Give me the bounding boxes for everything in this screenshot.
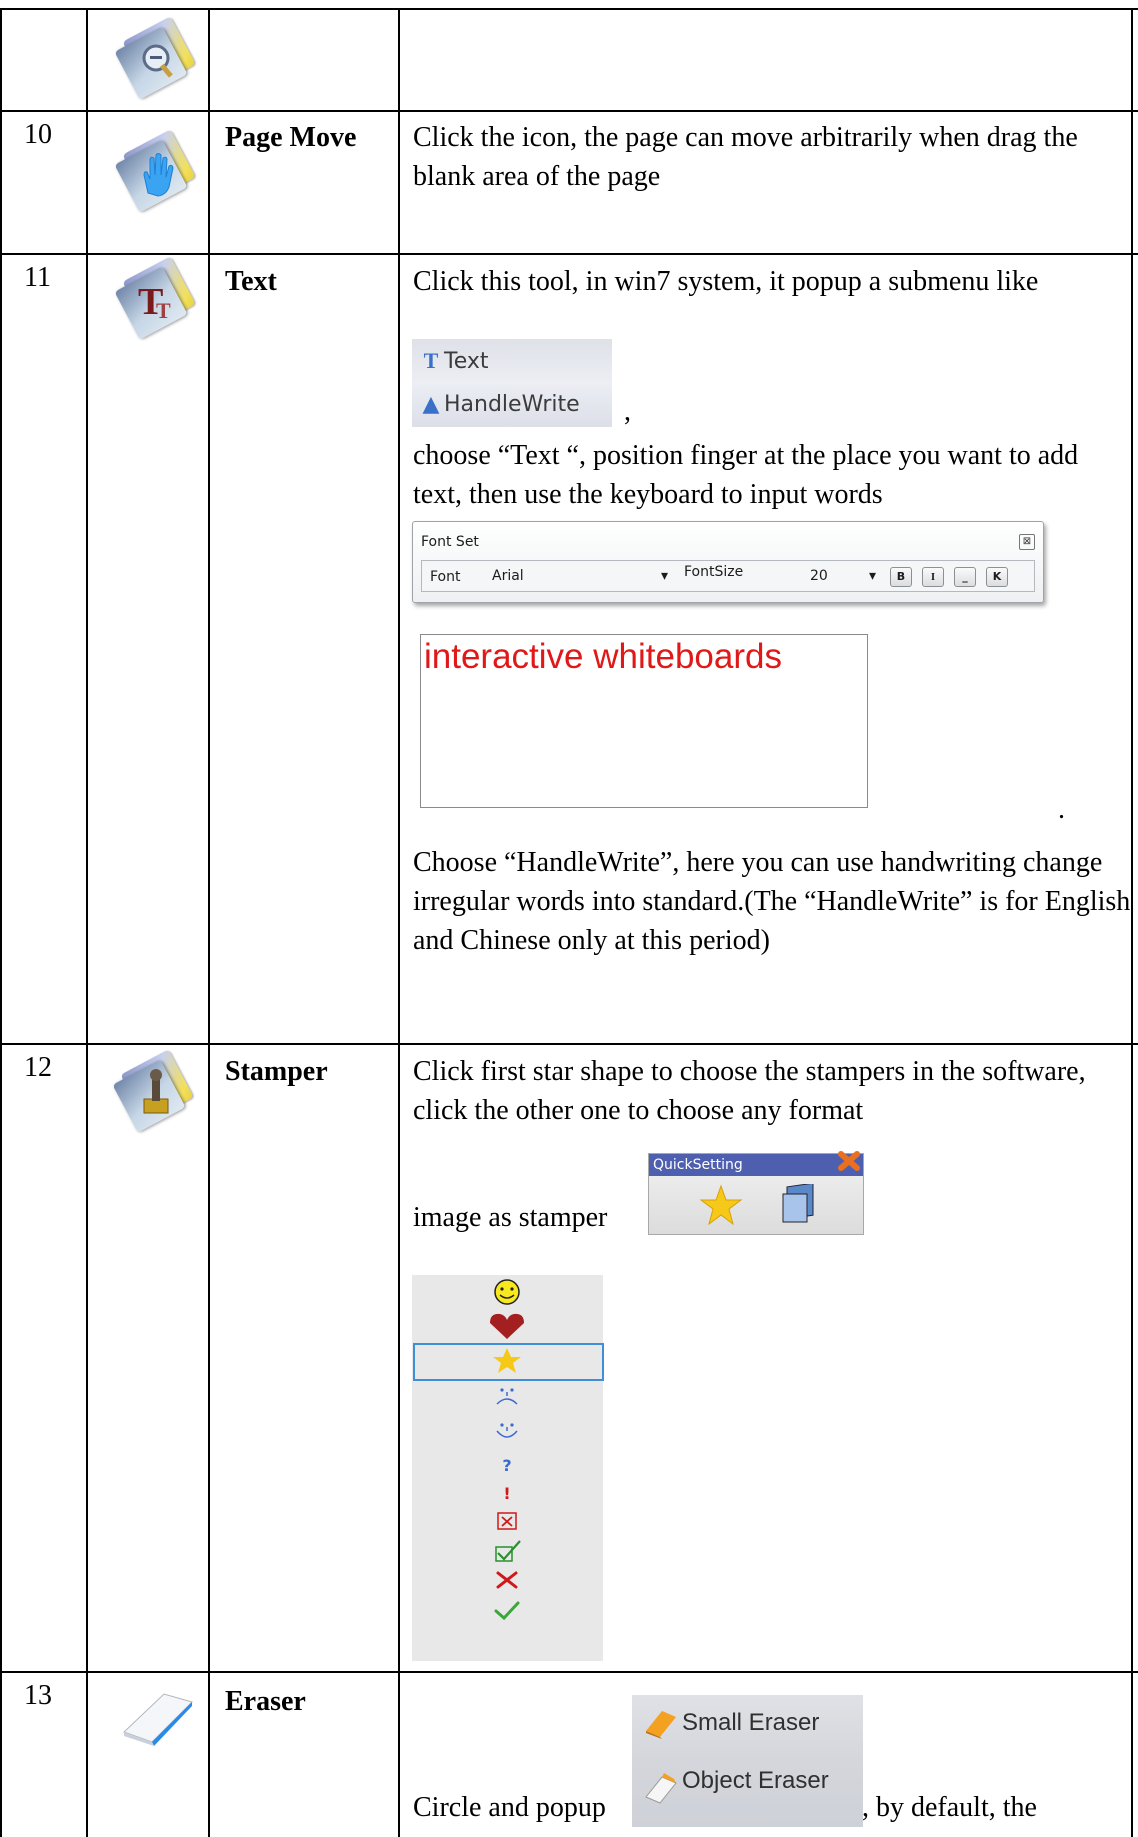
quick-setting-panel: QuickSetting (648, 1151, 864, 1235)
row-number: 10 (24, 119, 52, 150)
tool-description: Choose “HandleWrite”, here you can use h… (413, 847, 1131, 956)
text-t-icon: T (423, 348, 439, 373)
eraser-icon (123, 1693, 193, 1746)
row-divider (0, 110, 1138, 112)
cross-icon[interactable] (412, 1567, 603, 1593)
svg-text:!: ! (503, 1484, 510, 1503)
tool-name: Text (225, 266, 277, 297)
column-divider (86, 10, 88, 1837)
svg-text:?: ? (502, 1456, 511, 1475)
heart-icon[interactable] (412, 1311, 603, 1341)
tool-description: Click this tool, in win7 system, it popu… (413, 266, 1039, 297)
star-stamp-button[interactable] (699, 1184, 743, 1228)
fontsize-label: FontSize (684, 564, 744, 580)
close-icon[interactable]: ⊠ (1019, 534, 1035, 550)
color-button[interactable]: K (986, 567, 1008, 587)
column-divider (398, 10, 400, 1837)
tool-name: Stamper (225, 1056, 328, 1087)
close-icon[interactable] (837, 1148, 863, 1174)
row-number: 11 (24, 262, 51, 293)
tool-description: choose “Text “, position finger at the p… (413, 440, 1079, 510)
image-file-button[interactable] (779, 1184, 819, 1226)
dialog-title: Font Set (421, 534, 479, 550)
tool-name: Eraser (225, 1686, 306, 1717)
sad-face-icon[interactable] (412, 1380, 603, 1410)
check-icon[interactable] (412, 1597, 603, 1623)
star-icon[interactable] (412, 1346, 603, 1376)
punctuation: . (1058, 794, 1065, 825)
text-tool-icon: T T (114, 256, 196, 340)
punctuation: , (624, 396, 631, 427)
column-divider (208, 10, 210, 1837)
boxed-check-icon[interactable] (412, 1537, 603, 1565)
tool-name: Page Move (225, 122, 357, 153)
font-select[interactable]: Arial ▾ (492, 565, 672, 587)
font-label: Font (430, 569, 461, 585)
tool-description: Click first star shape to choose the sta… (413, 1056, 1086, 1126)
svg-text:T: T (156, 298, 171, 323)
font-set-dialog: Font Set ⊠ Font Arial ▾ FontSize 20 ▾ B … (412, 521, 1044, 603)
tool-description: image as stamper (413, 1202, 608, 1233)
sample-text: interactive whiteboards (424, 637, 782, 676)
bold-button[interactable]: B (890, 567, 912, 587)
zoom-icon (114, 16, 196, 100)
row-divider (0, 1043, 1138, 1045)
tool-description: Circle and popup (413, 1792, 606, 1823)
question-icon[interactable]: ? (412, 1451, 603, 1477)
eraser-submenu: Small Eraser Object Eraser (632, 1695, 863, 1827)
row-number: 13 (24, 1680, 52, 1711)
submenu-item-handlewrite[interactable]: ▲ HandleWrite (412, 383, 580, 427)
row-divider (0, 253, 1138, 255)
panel-title: QuickSetting (649, 1154, 863, 1176)
font-settings-row: Font Arial ▾ FontSize 20 ▾ B I _ K (421, 560, 1035, 592)
chevron-down-icon: ▾ (660, 568, 668, 584)
boxed-x-icon[interactable] (412, 1509, 603, 1535)
manual-page: 10 Page Move Click the icon, the page ca… (0, 0, 1138, 1837)
table-left-border (0, 10, 2, 1837)
happy-face-icon[interactable] (412, 1415, 603, 1445)
stamp-list: ? ! (412, 1275, 604, 1661)
fontsize-select[interactable]: 20 ▾ (810, 565, 880, 587)
tool-description: , by default, the (862, 1792, 1037, 1823)
hand-icon (114, 129, 196, 213)
menu-item-small-eraser[interactable]: Small Eraser (682, 1709, 819, 1737)
object-eraser-icon (645, 1773, 677, 1804)
italic-button[interactable]: I (922, 567, 944, 587)
tool-description: Click the icon, the page can move arbitr… (413, 122, 1078, 192)
text-input-box[interactable]: interactive whiteboards (420, 634, 868, 808)
row-number: 12 (24, 1052, 52, 1083)
menu-item-object-eraser[interactable]: Object Eraser (682, 1767, 829, 1795)
table-top-border (0, 8, 1138, 10)
smiley-icon[interactable] (412, 1277, 603, 1307)
submenu-item-text[interactable]: T Text (412, 339, 489, 383)
chevron-down-icon: ▾ (868, 568, 876, 584)
exclamation-icon[interactable]: ! (412, 1479, 603, 1505)
small-eraser-icon (646, 1711, 676, 1739)
handwrite-icon: ▲ (422, 392, 440, 417)
text-submenu: T Text ▲ HandleWrite (412, 339, 612, 427)
row-divider (0, 1671, 1138, 1673)
underline-button[interactable]: _ (954, 567, 976, 587)
stamper-icon (112, 1049, 194, 1133)
